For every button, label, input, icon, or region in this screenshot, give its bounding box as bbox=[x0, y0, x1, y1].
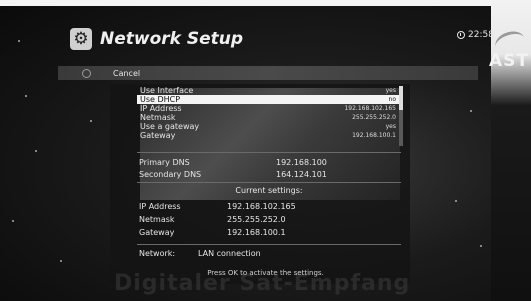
cancel-key-icon bbox=[82, 68, 91, 78]
clock-time: 22:58 bbox=[468, 30, 494, 40]
setting-value: 192.168.100.1 bbox=[352, 132, 396, 139]
setting-label: IP Address bbox=[140, 104, 182, 113]
footer-hint: Press OK to activate the settings. bbox=[207, 269, 324, 277]
scrollbar[interactable] bbox=[399, 86, 403, 146]
clock: 22:58 bbox=[457, 30, 494, 40]
setting-value: no bbox=[388, 96, 396, 103]
secondary-dns-value: 164.124.101 bbox=[276, 169, 327, 179]
setting-label: Use Interface bbox=[140, 86, 194, 95]
cancel-button[interactable]: Cancel bbox=[58, 66, 478, 80]
setting-value: 255.255.252.0 bbox=[352, 114, 396, 121]
current-ip-value: 192.168.102.165 bbox=[227, 202, 296, 211]
current-settings: IP Address 192.168.102.165 Netmask 255.2… bbox=[139, 200, 399, 239]
current-ip-label: IP Address bbox=[139, 202, 181, 211]
setting-label: Use a gateway bbox=[140, 122, 200, 131]
top-border bbox=[0, 0, 531, 6]
gear-icon: ⚙ bbox=[70, 28, 92, 50]
divider bbox=[137, 244, 401, 245]
network-status: Network: LAN connection bbox=[139, 249, 261, 258]
current-gateway-label: Gateway bbox=[139, 228, 175, 237]
page-title: Network Setup bbox=[100, 29, 244, 49]
setting-value: yes bbox=[385, 87, 396, 94]
clock-icon bbox=[457, 31, 465, 39]
setting-label: Netmask bbox=[140, 113, 176, 122]
network-value: LAN connection bbox=[198, 249, 261, 258]
settings-list: Use Interface yes Use DHCP no IP Address… bbox=[137, 86, 399, 140]
primary-dns-label: Primary DNS bbox=[139, 157, 190, 167]
brand-logo: AST bbox=[489, 51, 529, 71]
setting-gateway[interactable]: Gateway 192.168.100.1 bbox=[137, 131, 399, 140]
setting-use-interface[interactable]: Use Interface yes bbox=[137, 86, 399, 95]
network-label: Network: bbox=[139, 249, 176, 258]
scrollbar-thumb[interactable] bbox=[399, 86, 403, 110]
divider bbox=[137, 152, 401, 153]
dns-section: Primary DNS 192.168.100 Secondary DNS 16… bbox=[139, 156, 399, 180]
header: ⚙ Network Setup bbox=[70, 22, 470, 56]
setting-use-gateway[interactable]: Use a gateway yes bbox=[137, 122, 399, 131]
setting-label: Use DHCP bbox=[140, 95, 181, 104]
primary-dns-value: 192.168.100 bbox=[276, 157, 327, 167]
current-netmask-value: 255.255.252.0 bbox=[227, 215, 286, 224]
current-settings-heading: Current settings: bbox=[235, 186, 303, 195]
setting-label: Gateway bbox=[140, 131, 176, 140]
secondary-dns-label: Secondary DNS bbox=[139, 169, 202, 179]
cancel-label: Cancel bbox=[113, 68, 141, 78]
current-netmask-label: Netmask bbox=[139, 215, 175, 224]
setting-value: yes bbox=[385, 123, 396, 130]
current-gateway-value: 192.168.100.1 bbox=[227, 228, 286, 237]
setting-netmask[interactable]: Netmask 255.255.252.0 bbox=[137, 113, 399, 122]
setting-ip-address[interactable]: IP Address 192.168.102.165 bbox=[137, 104, 399, 113]
setting-value: 192.168.102.165 bbox=[344, 105, 396, 112]
setting-use-dhcp[interactable]: Use DHCP no bbox=[137, 95, 399, 104]
divider bbox=[137, 182, 401, 183]
